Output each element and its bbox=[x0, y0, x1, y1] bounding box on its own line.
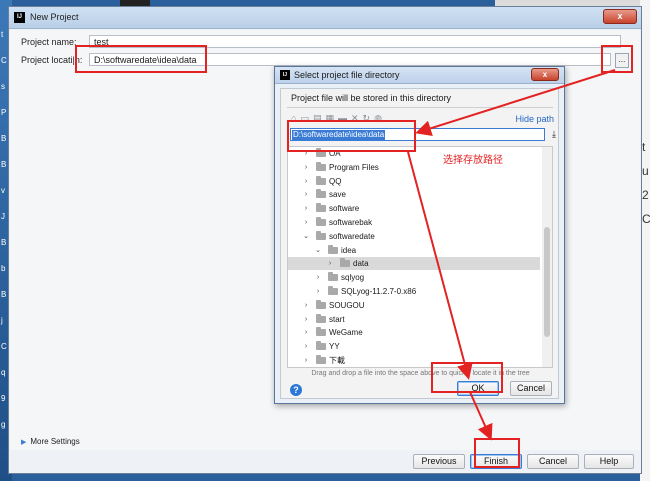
annotation-arrows bbox=[407, 69, 616, 441]
arrow-browse-to-path bbox=[415, 69, 616, 137]
arrow-ok-to-finish bbox=[469, 391, 493, 441]
arrow-path-to-ok bbox=[407, 151, 473, 380]
